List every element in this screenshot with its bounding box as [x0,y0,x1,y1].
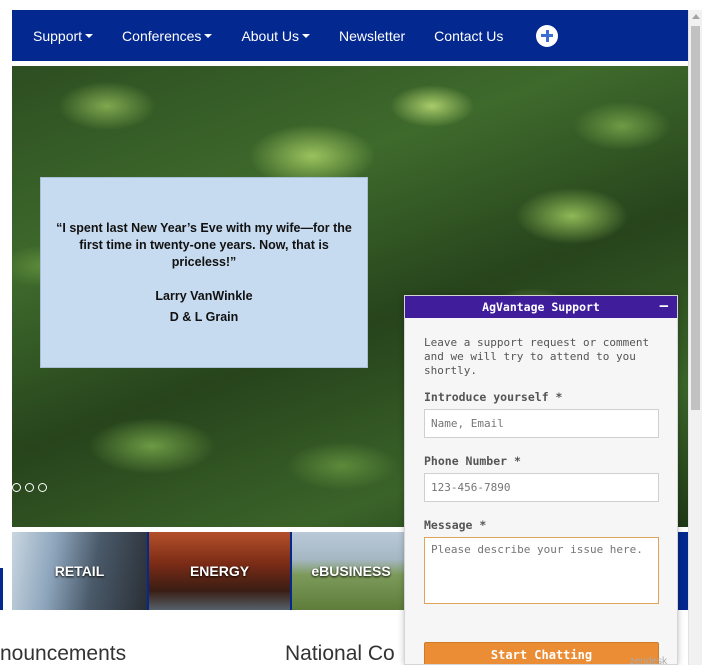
national-conference-heading: National Co [285,642,395,665]
tile-ebusiness[interactable]: eBUSINESS [292,532,410,610]
minimize-icon[interactable]: – [660,298,668,314]
nav-about-us[interactable]: About Us [241,27,311,44]
left-edge-accent [0,568,3,610]
phone-number-input[interactable] [424,473,659,502]
phone-number-label: Phone Number * [424,454,521,468]
tile-retail-label: RETAIL [54,563,105,579]
carousel-dots [12,483,51,492]
tile-energy-label: ENERGY [189,563,250,579]
nav-conferences-label: Conferences [122,27,202,44]
carousel-dot[interactable] [38,483,47,492]
plus-circle-icon[interactable] [536,24,559,47]
main-navbar: Support Conferences About Us Newsletter … [12,10,688,61]
tile-energy[interactable]: ENERGY [149,532,290,610]
nav-support-label: Support [33,27,83,44]
tile-ebusiness-label: eBUSINESS [311,563,391,579]
message-label: Message * [424,518,487,532]
nav-about-us-label: About Us [241,27,300,44]
carousel-dot[interactable] [25,483,34,492]
tile-retail[interactable]: RETAIL [12,532,147,610]
caret-down-icon [204,34,213,38]
testimonial-box: “I spent last New Year’s Eve with my wif… [40,177,368,368]
testimonial-author: Larry VanWinkle [155,289,253,303]
page: Support Conferences About Us Newsletter … [0,0,706,665]
carousel-dot[interactable] [12,483,21,492]
nav-newsletter-label: Newsletter [339,27,406,44]
caret-down-icon [302,34,311,38]
announcements-heading: nouncements [0,642,127,665]
name-email-input[interactable] [424,409,659,438]
start-chatting-button[interactable]: Start Chatting [424,642,659,664]
message-textarea[interactable] [424,537,659,604]
nav-contact-us-label: Contact Us [434,27,504,44]
zendesk-brand[interactable]: zendesk [630,656,667,664]
widget-header[interactable]: AgVantage Support – [405,296,677,318]
support-widget: AgVantage Support – Leave a support requ… [404,295,678,665]
widget-title: AgVantage Support [482,300,600,314]
nav-conferences[interactable]: Conferences [122,27,213,44]
scroll-up-arrow-icon[interactable] [692,14,700,19]
scroll-thumb[interactable] [691,26,700,410]
nav-contact-us[interactable]: Contact Us [434,28,503,44]
name-email-label: Introduce yourself * [424,390,563,404]
nav-newsletter[interactable]: Newsletter [339,28,405,44]
testimonial-quote: “I spent last New Year’s Eve with my wif… [56,221,352,269]
widget-intro: Leave a support request or comment and w… [424,336,650,377]
nav-support[interactable]: Support [33,27,94,44]
page-scrollbar[interactable] [688,10,702,665]
caret-down-icon [85,34,94,38]
testimonial-company: D & L Grain [169,310,239,324]
widget-body: Leave a support request or comment and w… [405,318,677,664]
